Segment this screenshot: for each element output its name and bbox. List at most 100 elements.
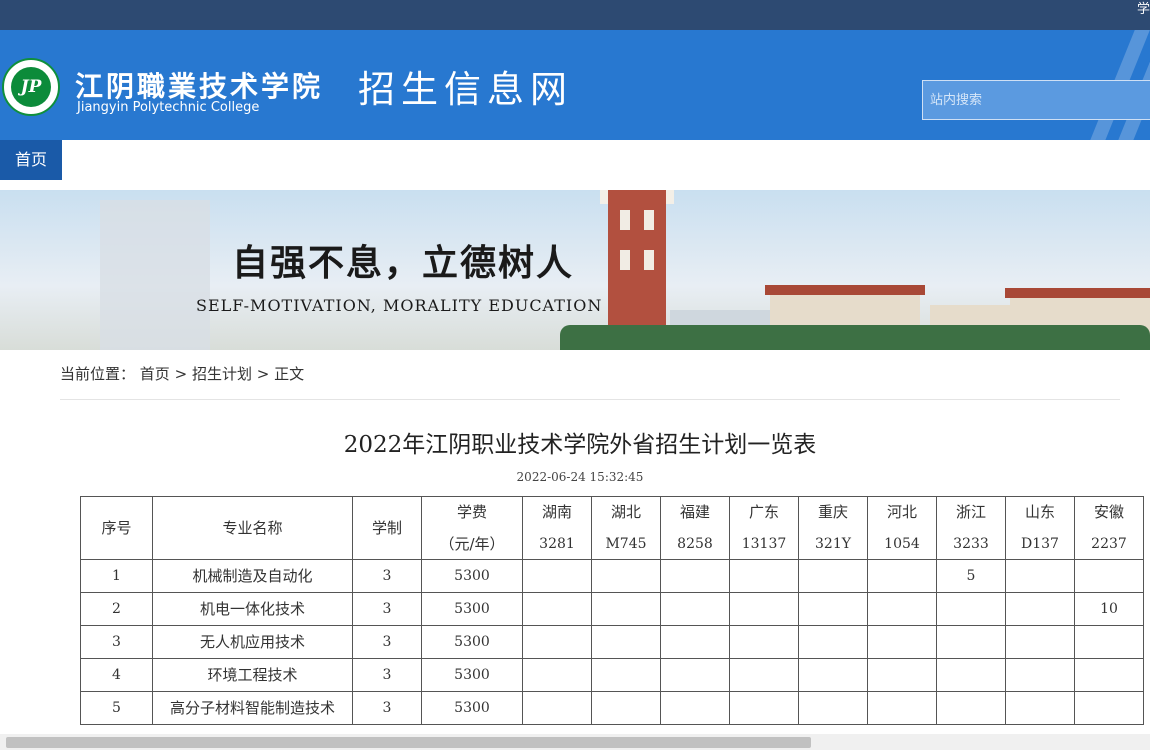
cell-quota [798,625,868,659]
header-fee-line1: 学费 [456,503,487,521]
horizontal-scrollbar[interactable] [0,734,1150,750]
breadcrumb-prefix: 当前位置： [60,365,136,383]
header-fee-line2: （元/年） [439,535,505,553]
cell-major: 无人机应用技术 [152,625,353,659]
cell-major: 机械制造及自动化 [152,559,353,593]
nav-item-8[interactable]: 新生入学 [820,140,884,180]
province-name: 福建 [679,503,710,521]
cell-years: 3 [352,691,422,725]
top-bar-link[interactable]: 学 [1137,0,1150,20]
province-code: 3233 [953,536,989,552]
header-province: 湖南 3281 [522,496,592,560]
cell-years: 3 [352,658,422,692]
breadcrumb-separator: > [256,365,270,383]
nav-item-2[interactable]: 招生信息 [196,140,260,180]
province-name: 河北 [886,503,917,521]
site-search-input[interactable] [922,80,1150,120]
province-code: D137 [1021,536,1059,552]
province-name: 湖南 [541,503,572,521]
nav-item-9[interactable]: 学生荣誉 [924,140,988,180]
college-name: 江阴職業技术学院 [75,70,324,103]
nav-item-5[interactable]: 招生专业 [508,140,572,180]
banner-trees [560,325,1150,350]
cell-quota [867,691,937,725]
cell-quota [660,559,730,593]
header-province: 福建 8258 [660,496,730,560]
cell-years: 3 [352,625,422,659]
cell-quota [936,592,1006,626]
breadcrumb-section-link[interactable]: 招生计划 [192,365,252,383]
cell-quota [729,691,799,725]
cell-fee: 5300 [421,625,523,659]
table-row: 5 高分子材料智能制造技术 3 5300 [80,691,1144,725]
cell-quota: 10 [1074,592,1144,626]
college-logo-text: JP [11,67,51,107]
cell-quota [522,691,592,725]
cell-quota [591,658,661,692]
site-name: 招生信息网 [358,68,573,111]
cell-quota [798,592,868,626]
cell-fee: 5300 [421,592,523,626]
cell-fee: 5300 [421,658,523,692]
breadcrumb-divider [60,399,1120,400]
article-date: 2022-06-24 15:32:45 [516,470,644,484]
cell-quota [1005,625,1075,659]
cell-quota [522,658,592,692]
enrollment-plan-table: 序号 专业名称 学制 学费 （元/年） 湖南 3281 湖北 M745 福建 8258 广东 13137… [80,496,1144,725]
cell-major: 高分子材料智能制造技术 [152,691,353,725]
cell-quota [591,625,661,659]
breadcrumb-home-link[interactable]: 首页 [140,365,170,383]
header-province: 重庆 321Y [798,496,868,560]
cell-index: 2 [80,592,153,626]
banner-building [100,200,210,350]
cell-quota [729,625,799,659]
nav-item-4[interactable]: 招生计划 [404,140,468,180]
nav-item-7[interactable]: 学长风采 [716,140,780,180]
header-province: 山东 D137 [1005,496,1075,560]
nav-item-3[interactable]: 招生政策 [300,140,364,180]
breadcrumb-separator: > [174,365,188,383]
banner: 自强不息，立德树人 SELF-MOTIVATION, MORALITY EDUC… [0,190,1150,350]
province-code: 8258 [677,536,713,552]
cell-quota [1074,559,1144,593]
top-bar: 学 [0,0,1150,30]
cell-fee: 5300 [421,559,523,593]
banner-roof [1005,288,1150,298]
cell-fee: 5300 [421,691,523,725]
cell-quota [1074,658,1144,692]
cell-quota [1005,592,1075,626]
college-logo[interactable]: JP [2,58,60,116]
header-province: 河北 1054 [867,496,937,560]
table-header-row: 序号 专业名称 学制 学费 （元/年） 湖南 3281 湖北 M745 福建 8258 广东 13137… [80,496,1144,560]
cell-quota [867,592,937,626]
cell-index: 5 [80,691,153,725]
cell-index: 3 [80,625,153,659]
province-code: M745 [605,536,647,552]
table-row: 4 环境工程技术 3 5300 [80,658,1144,692]
cell-quota [660,691,730,725]
nav-item-6[interactable]: 录取查询 [612,140,676,180]
nav-item-0[interactable]: 首页 [0,140,62,180]
cell-quota [729,559,799,593]
province-code: 321Y [815,536,851,552]
cell-quota [591,559,661,593]
cell-quota [522,625,592,659]
nav-item-1[interactable]: 学院概况 [92,140,156,180]
cell-major: 环境工程技术 [152,658,353,692]
cell-quota [867,559,937,593]
banner-slogan-en: SELF-MOTIVATION, MORALITY EDUCATION [196,296,603,315]
cell-quota [522,592,592,626]
cell-quota [660,625,730,659]
cell-quota [798,559,868,593]
cell-quota [798,658,868,692]
scrollbar-thumb[interactable] [6,737,811,748]
nav-item-10[interactable]: 联系我们 [1028,140,1092,180]
cell-quota [798,691,868,725]
cell-quota [1074,691,1144,725]
header-province: 安徽 2237 [1074,496,1144,560]
breadcrumb-current: 正文 [274,365,305,383]
province-name: 山东 [1024,503,1055,521]
table-row: 2 机电一体化技术 3 5300 10 [80,592,1144,626]
table-row: 3 无人机应用技术 3 5300 [80,625,1144,659]
cell-quota [867,625,937,659]
